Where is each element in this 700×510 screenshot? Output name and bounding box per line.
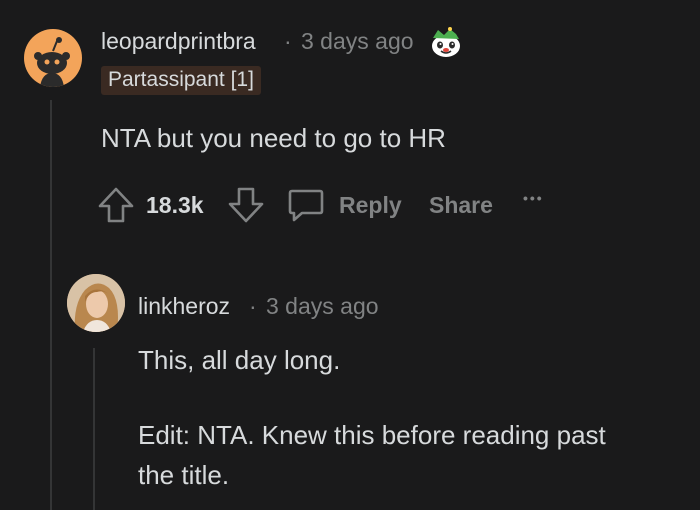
avatar[interactable] xyxy=(24,29,82,87)
thread-line-main[interactable] xyxy=(50,100,52,510)
timestamp[interactable]: 3 days ago xyxy=(266,293,379,320)
reply-body-line: This, all day long. xyxy=(138,345,341,375)
upvote-icon[interactable] xyxy=(96,185,136,225)
downvote-icon[interactable] xyxy=(226,185,266,225)
more-options-button[interactable]: ••• xyxy=(523,190,544,206)
thread-line-reply[interactable] xyxy=(93,348,95,510)
share-button[interactable]: Share xyxy=(429,192,493,219)
username[interactable]: leopardprintbra xyxy=(101,28,256,55)
timestamp[interactable]: 3 days ago xyxy=(301,28,414,55)
avatar[interactable] xyxy=(67,274,125,332)
separator-dot: · xyxy=(249,293,257,319)
username[interactable]: linkheroz xyxy=(138,293,230,320)
separator-dot: · xyxy=(284,28,292,54)
user-photo-icon xyxy=(67,274,125,332)
snoo-award-icon[interactable] xyxy=(428,24,464,60)
reply-button[interactable]: Reply xyxy=(339,192,402,219)
vote-score: 18.3k xyxy=(146,192,204,218)
comment-body: NTA but you need to go to HR xyxy=(101,123,446,153)
reply-body-line: the title. xyxy=(138,460,230,490)
user-flair: Partassipant [1] xyxy=(101,66,261,95)
reply-bubble-icon[interactable] xyxy=(286,185,326,225)
reply-body-line: Edit: NTA. Knew this before reading past xyxy=(138,420,606,450)
reddit-snoo-icon xyxy=(34,37,70,87)
